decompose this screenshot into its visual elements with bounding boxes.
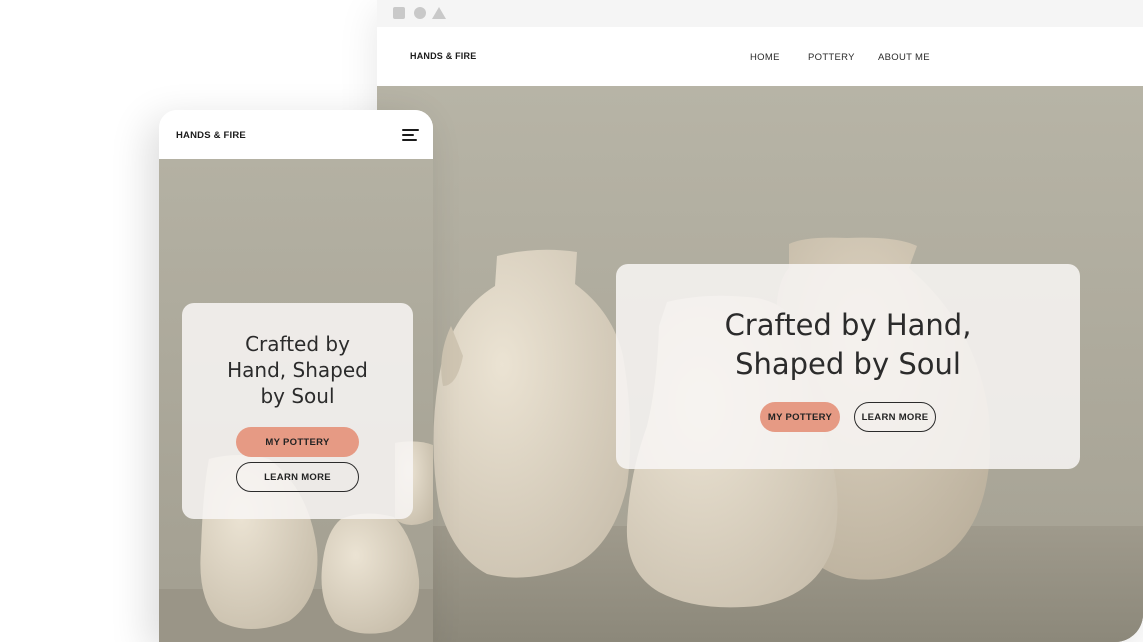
my-pottery-button[interactable]: MY POTTERY [760, 402, 840, 432]
mobile-phone-mockup: HANDS & FIRE Crafted by Hand, Shaped by … [159, 110, 433, 642]
mobile-my-pottery-button[interactable]: MY POTTERY [236, 427, 359, 457]
mobile-hero-card: Crafted by Hand, Shaped by Soul MY POTTE… [182, 303, 413, 519]
hero-headline-line-2: Shaped by Soul [735, 347, 961, 381]
desktop-hero: Crafted by Hand, Shaped by Soul MY POTTE… [377, 86, 1143, 642]
window-circle-icon[interactable] [414, 7, 426, 19]
mobile-headline-line-2: Hand, Shaped [227, 358, 368, 382]
learn-more-button[interactable]: LEARN MORE [854, 402, 936, 432]
browser-chrome-bar [377, 0, 1143, 27]
mobile-hero-headline: Crafted by Hand, Shaped by Soul [213, 331, 383, 409]
mobile-learn-more-button[interactable]: LEARN MORE [236, 462, 359, 492]
mobile-brand-logo[interactable]: HANDS & FIRE [176, 130, 246, 141]
desktop-navbar: HANDS & FIRE HOME POTTERY ABOUT ME [377, 27, 1143, 86]
window-square-icon[interactable] [393, 7, 405, 19]
hero-headline: Crafted by Hand, Shaped by Soul [698, 306, 998, 384]
desktop-browser-mockup: HANDS & FIRE HOME POTTERY ABOUT ME Craft… [377, 0, 1143, 642]
window-triangle-icon[interactable] [432, 7, 446, 19]
nav-link-pottery[interactable]: POTTERY [808, 52, 855, 63]
hamburger-menu-icon[interactable] [402, 129, 419, 141]
nav-link-about-me[interactable]: ABOUT ME [878, 52, 930, 63]
mobile-hero: Crafted by Hand, Shaped by Soul MY POTTE… [159, 159, 433, 642]
brand-logo[interactable]: HANDS & FIRE [410, 51, 476, 61]
mobile-headline-line-3: by Soul [260, 384, 335, 408]
hero-headline-line-1: Crafted by Hand, [724, 308, 972, 342]
mobile-headline-line-1: Crafted by [245, 332, 350, 356]
mobile-navbar: HANDS & FIRE [159, 110, 433, 159]
hero-card: Crafted by Hand, Shaped by Soul MY POTTE… [616, 264, 1080, 469]
nav-link-home[interactable]: HOME [750, 52, 780, 63]
